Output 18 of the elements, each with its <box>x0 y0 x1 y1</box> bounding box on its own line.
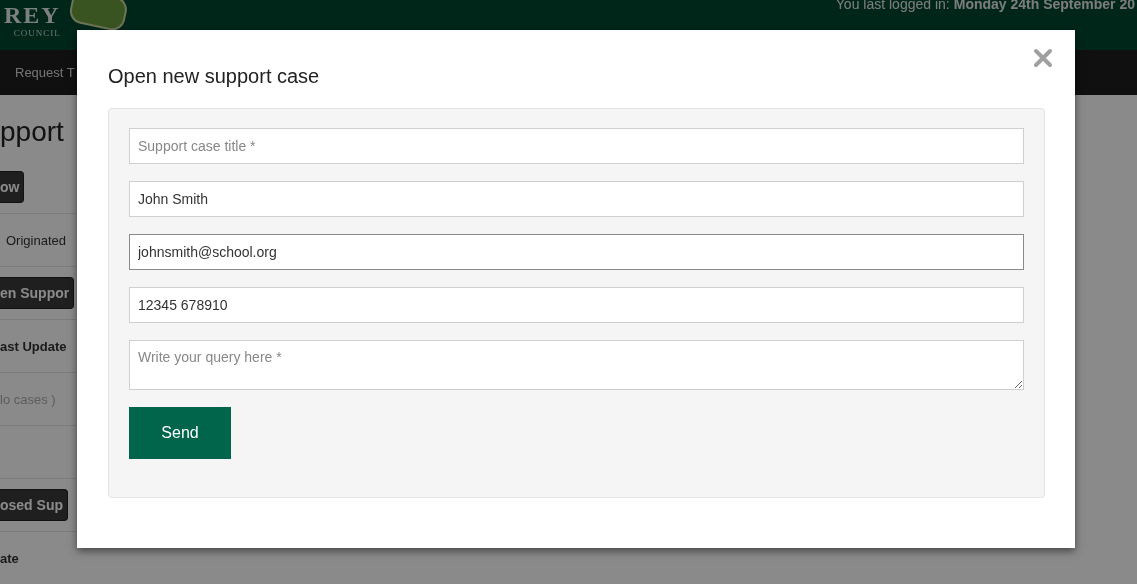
logo-text: REY <box>4 2 61 28</box>
column-header: ast Update <box>0 338 67 354</box>
section-button[interactable]: osed Sup <box>0 489 68 521</box>
column-label: Originated <box>6 232 66 248</box>
close-icon[interactable] <box>1033 48 1053 68</box>
nav-link[interactable]: Request T <box>15 65 75 80</box>
input-field[interactable]: John Smith <box>129 181 1024 217</box>
query-textarea[interactable]: Write your query here * <box>129 340 1024 390</box>
column-header: ate <box>0 550 19 566</box>
logo-subtext: COUNCIL <box>13 28 61 38</box>
modal-title: Open new support case <box>108 64 321 89</box>
section-button[interactable]: en Suppor <box>0 277 75 309</box>
page-heading: pport <box>0 115 65 149</box>
input-field[interactable]: Support case title * <box>129 128 1024 164</box>
send-button[interactable]: Send <box>129 407 231 459</box>
section-button[interactable]: ow <box>0 171 25 203</box>
input-field[interactable]: 12345 678910 <box>129 287 1024 323</box>
input-field[interactable]: johnsmith@school.org <box>129 234 1024 270</box>
